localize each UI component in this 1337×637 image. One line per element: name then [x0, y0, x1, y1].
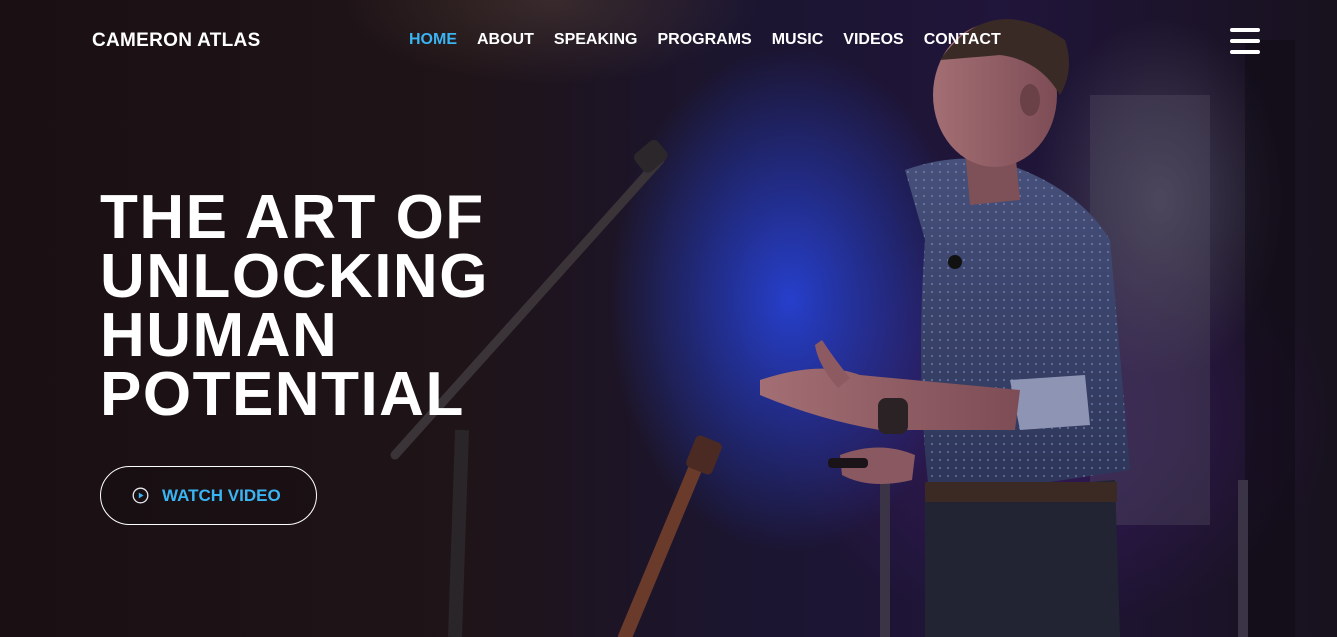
menu-bar: [1230, 50, 1260, 54]
menu-bar: [1230, 39, 1260, 43]
headline-line: HUMAN: [100, 301, 339, 370]
play-circle-icon: [132, 487, 149, 504]
headline-line: POTENTIAL: [100, 360, 465, 429]
hero-headline: THE ART OF UNLOCKING HUMAN POTENTIAL: [100, 183, 580, 429]
watch-video-label: WATCH VIDEO: [162, 485, 281, 505]
watch-video-button[interactable]: WATCH VIDEO: [100, 466, 317, 525]
nav-item-music[interactable]: MUSIC: [772, 31, 824, 48]
nav-item-home[interactable]: HOME: [409, 31, 457, 48]
headline-line: UNLOCKING: [100, 242, 489, 311]
site-logo[interactable]: CAMERON ATLAS: [92, 30, 261, 52]
nav-item-videos[interactable]: VIDEOS: [843, 31, 903, 48]
headline-line: THE ART OF: [100, 183, 485, 252]
hero-section: CAMERON ATLAS HOME ABOUT SPEAKING PROGRA…: [0, 0, 1337, 637]
nav-item-about[interactable]: ABOUT: [477, 31, 534, 48]
hamburger-menu-icon[interactable]: [1230, 28, 1260, 54]
nav-item-contact[interactable]: CONTACT: [924, 31, 1001, 48]
nav-item-speaking[interactable]: SPEAKING: [554, 31, 638, 48]
nav-item-programs[interactable]: PROGRAMS: [657, 31, 751, 48]
menu-bar: [1230, 28, 1260, 32]
main-nav: HOME ABOUT SPEAKING PROGRAMS MUSIC VIDEO…: [409, 31, 1001, 49]
